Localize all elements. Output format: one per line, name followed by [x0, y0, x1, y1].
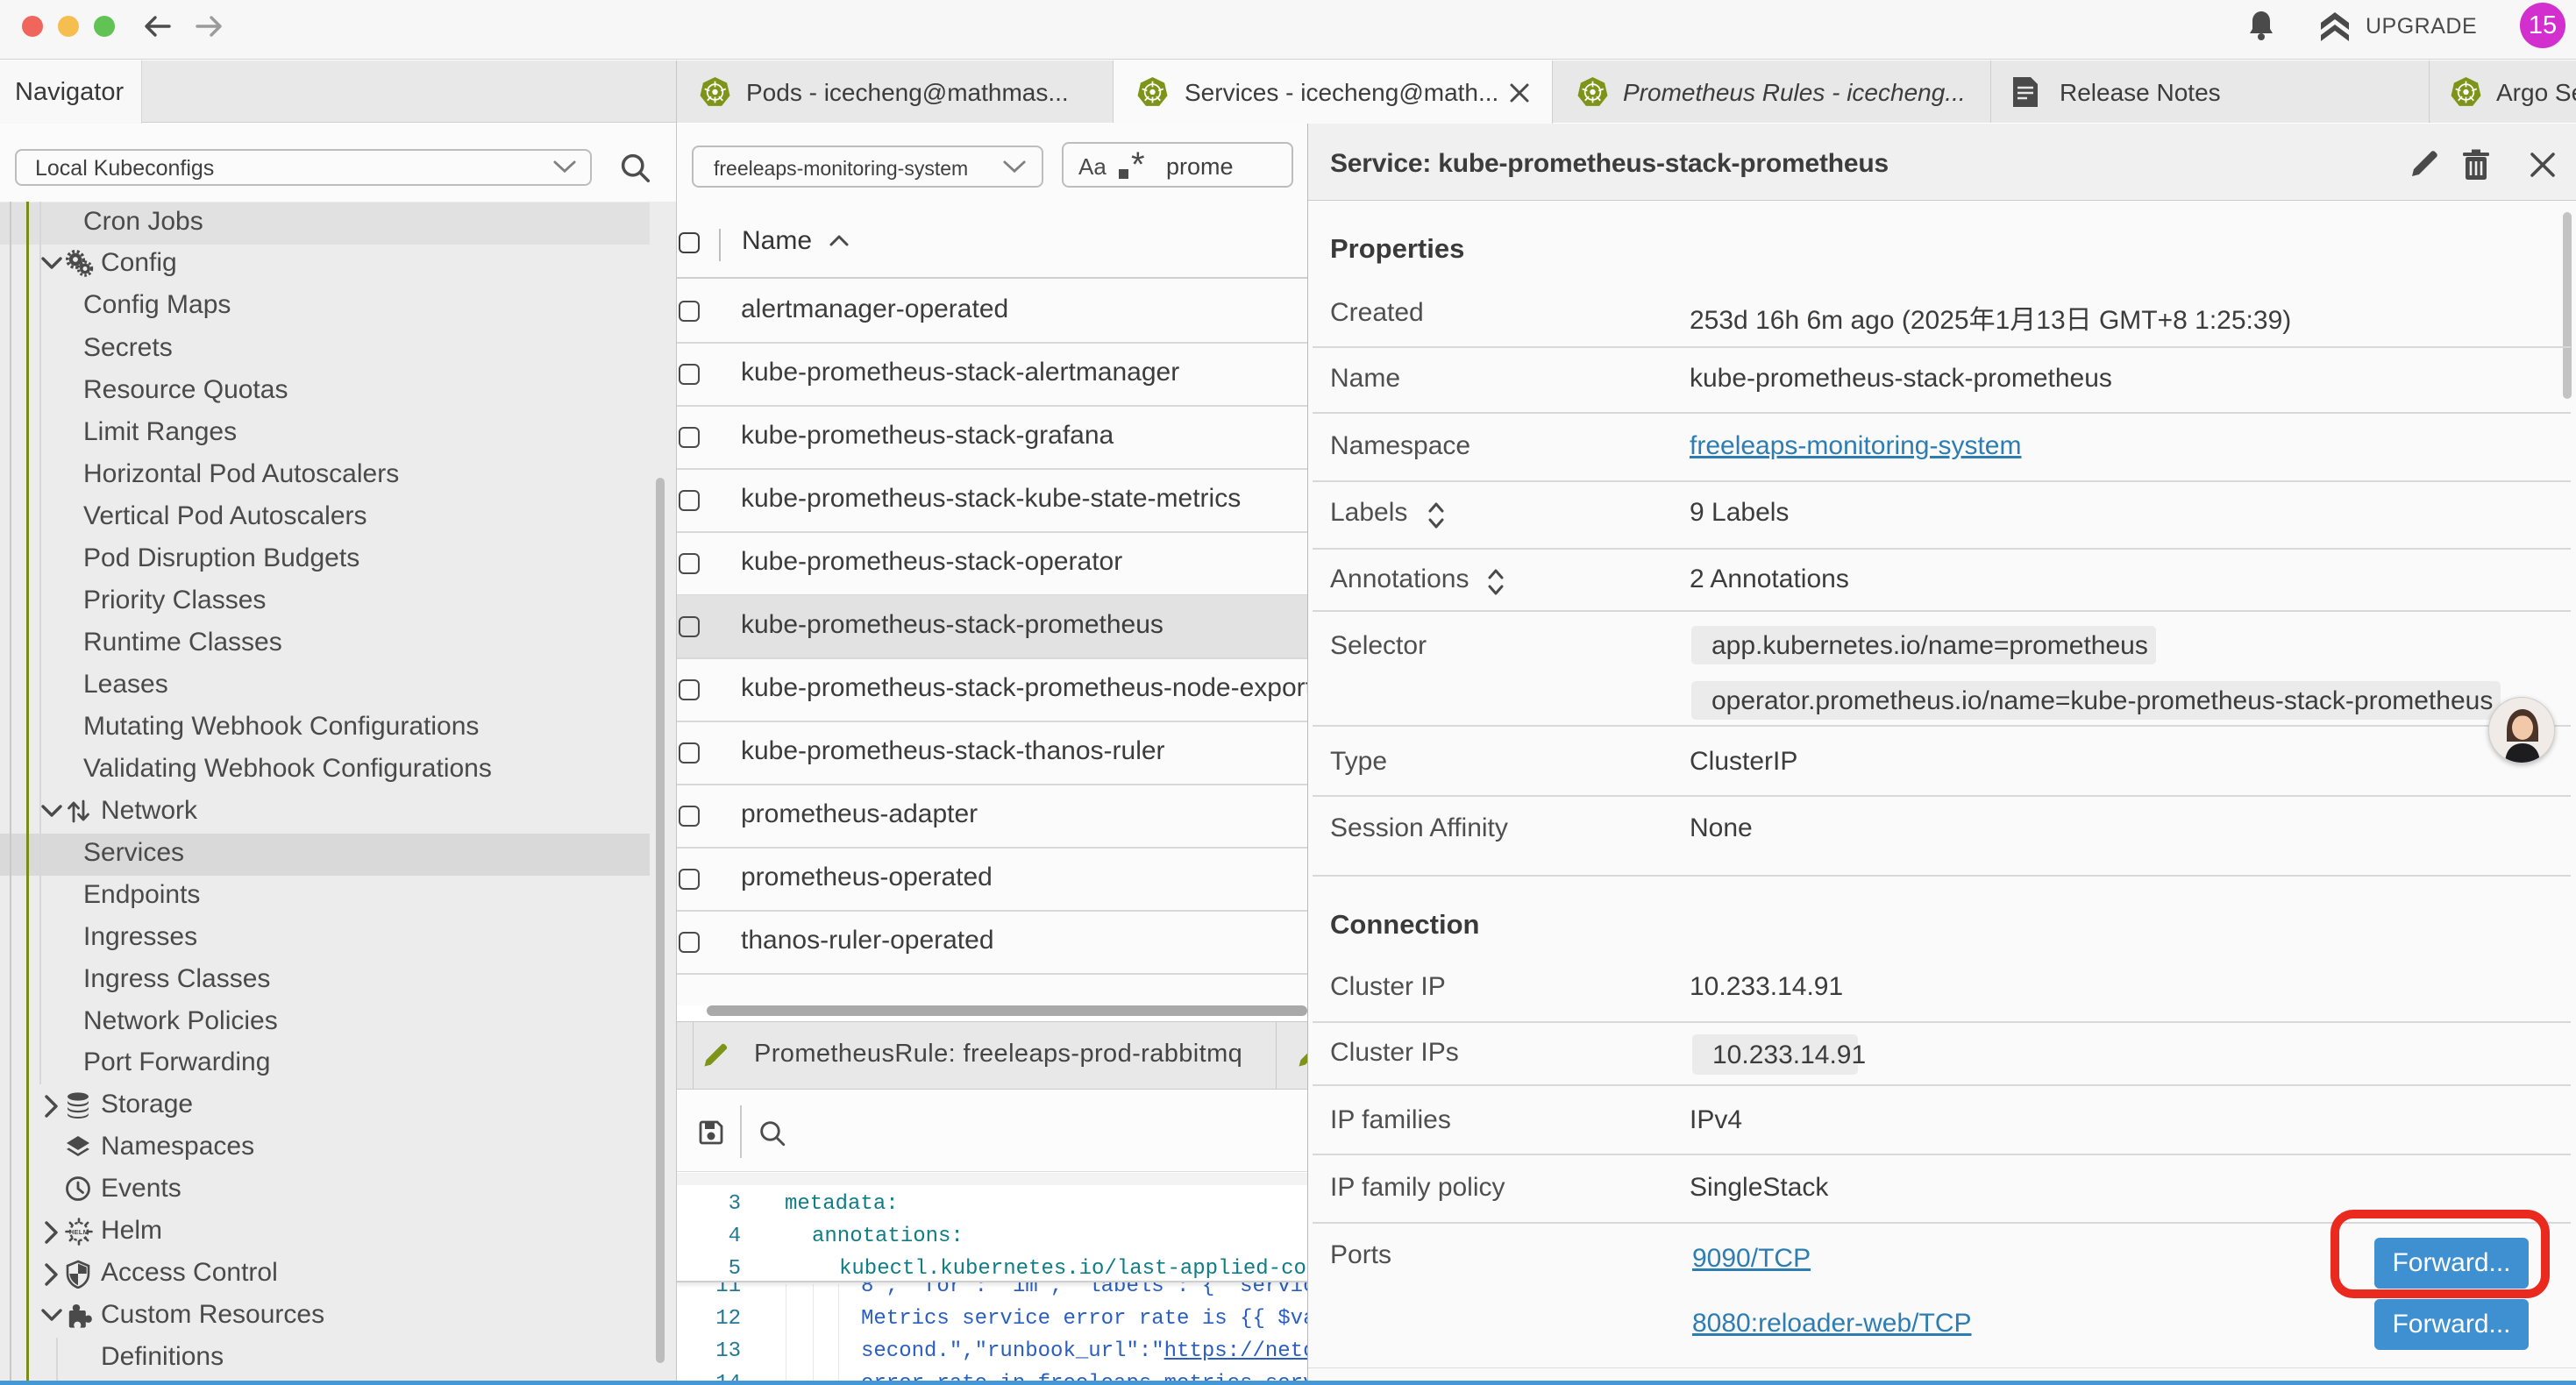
svg-text:HELM: HELM: [69, 1228, 89, 1236]
